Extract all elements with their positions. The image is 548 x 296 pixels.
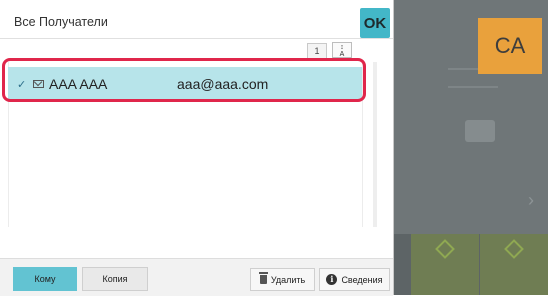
color-start-button [480, 234, 548, 295]
start-diamond-icon [435, 239, 455, 259]
sort-az-icon[interactable]: ↕ A [332, 42, 352, 58]
chevron-right-icon: › [528, 190, 534, 210]
clear-all-button[interactable]: CA [478, 18, 542, 74]
background-ghost-icon [465, 120, 495, 142]
ok-button[interactable]: OK [360, 8, 390, 38]
scrollbar[interactable] [373, 62, 377, 227]
info-icon: i [326, 274, 338, 285]
tab-to[interactable]: Кому [13, 267, 77, 291]
trash-icon [258, 272, 268, 284]
tab-cc[interactable]: Копия [82, 267, 148, 291]
delete-button[interactable]: Удалить [250, 268, 315, 291]
bw-start-button [411, 234, 479, 295]
recipients-dialog: Все Получатели OK 1 ↕ A ✓ AAA AAA aaa@aaa… [0, 0, 394, 296]
selection-highlight [2, 58, 366, 102]
info-label: Сведения [341, 274, 383, 285]
info-button[interactable]: i Сведения [319, 268, 390, 291]
delete-label: Удалить [270, 274, 306, 285]
dialog-title: Все Получатели [14, 15, 108, 29]
divider [0, 38, 393, 39]
start-diamond-icon [504, 239, 524, 259]
page-number: 1 [307, 43, 327, 59]
